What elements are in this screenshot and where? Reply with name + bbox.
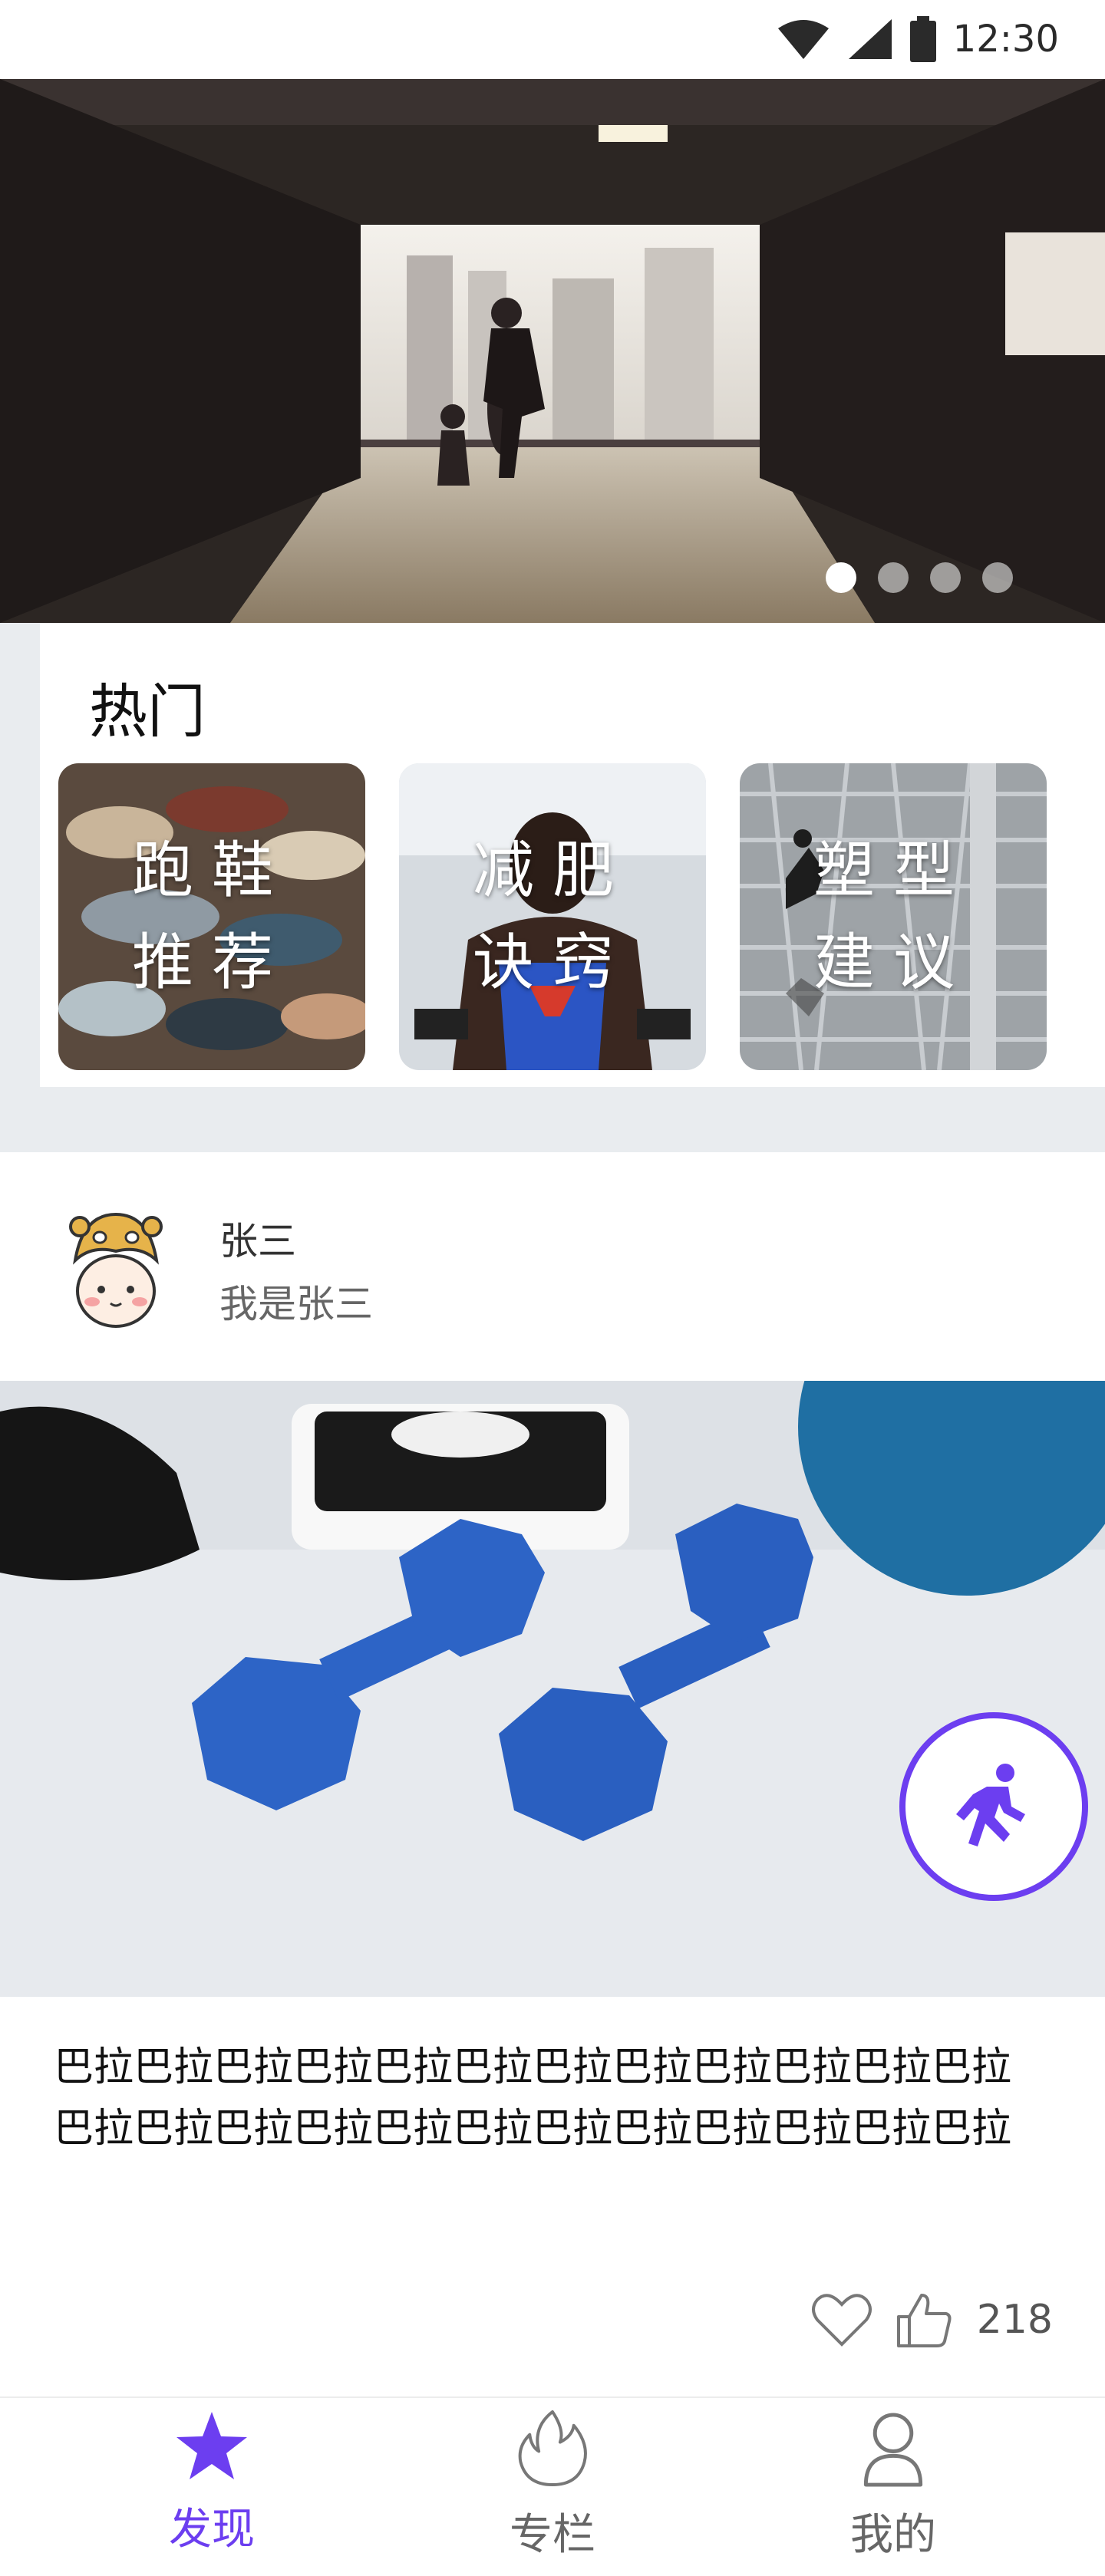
hot-tile-running-shoes[interactable]: 跑鞋 推荐 — [58, 763, 365, 1070]
hot-tile-body-shaping[interactable]: 塑型 建议 — [740, 763, 1047, 1070]
like-count: 218 — [976, 2297, 1053, 2343]
hot-tile-label: 塑型 建议 — [813, 835, 973, 998]
wifi-icon — [777, 20, 829, 59]
banner-pagination — [826, 562, 1013, 593]
heart-icon[interactable] — [811, 2292, 872, 2347]
post-author-bio: 我是张三 — [219, 1282, 373, 1326]
post-actions: 218 — [811, 2291, 1053, 2349]
nav-tab-me[interactable]: 我的 — [778, 2409, 1008, 2562]
post-body-text: 巴拉巴拉巴拉巴拉巴拉巴拉巴拉巴拉巴拉巴拉巴拉巴拉巴拉巴拉巴拉巴拉巴拉巴拉巴拉巴拉… — [54, 2044, 1012, 2152]
nav-label: 发现 — [169, 2505, 255, 2555]
post-author-name[interactable]: 张三 — [219, 1211, 296, 1266]
hot-tile-weight-loss[interactable]: 减肥 诀窍 — [399, 763, 706, 1070]
hot-section-title: 热门 — [89, 677, 206, 746]
start-running-fab[interactable] — [899, 1712, 1088, 1901]
hero-banner[interactable] — [0, 79, 1105, 623]
dumbbells-photo — [0, 1381, 1105, 1997]
nav-label: 专栏 — [510, 2510, 595, 2560]
battery-icon — [909, 16, 936, 62]
flame-icon — [518, 2410, 587, 2487]
hot-tile-label: 减肥 诀窍 — [473, 835, 632, 998]
nav-tab-discover[interactable]: 发现 — [97, 2409, 327, 2562]
pagination-dot[interactable] — [878, 562, 909, 593]
nav-label: 我的 — [850, 2510, 936, 2560]
user-avatar[interactable] — [68, 1207, 164, 1328]
status-bar: 12:30 — [0, 0, 1105, 79]
pagination-dot[interactable] — [826, 562, 856, 593]
status-icons: 12:30 — [777, 14, 1059, 64]
status-time: 12:30 — [952, 18, 1059, 61]
nav-tab-columns[interactable]: 专栏 — [437, 2409, 668, 2562]
running-icon — [956, 1764, 1025, 1846]
post-image[interactable] — [0, 1381, 1105, 1997]
thumbs-up-icon[interactable] — [896, 2291, 954, 2349]
pagination-dot[interactable] — [982, 562, 1013, 593]
hot-tile-label: 跑鞋 推荐 — [132, 835, 292, 998]
signal-icon — [848, 19, 892, 59]
pagination-dot[interactable] — [930, 562, 961, 593]
star-icon — [176, 2412, 247, 2479]
hero-running-photo — [0, 79, 1105, 623]
person-icon — [863, 2413, 923, 2487]
